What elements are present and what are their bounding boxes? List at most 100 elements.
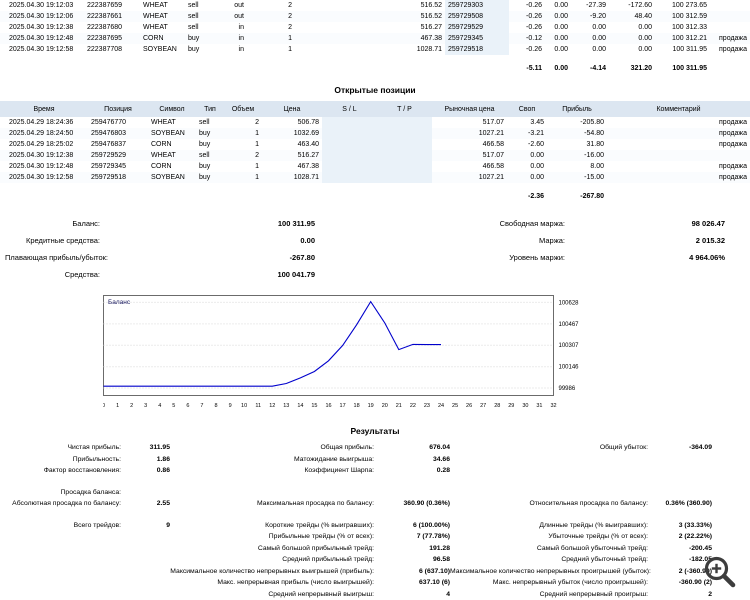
svg-text:100467: 100467 [559,322,580,328]
cell-profit: 31.80 [586,141,604,148]
results-row: Максимальное количество непрерывных выиг… [10,566,750,578]
cell-direction: in [238,24,244,31]
stat-label: Просадка баланса: [60,488,121,496]
open-positions-body: 2025.04.29 18:24:36 259476770 WHEAT sell 2 50… [0,117,750,183]
stat-pair: Всего трейдов: 9 [10,522,170,529]
cell-comment: продажа [719,141,747,148]
stat-value: 676.04 [429,444,450,452]
equity-label: Средства: [64,270,100,279]
cell-comment: продажа [719,163,747,170]
col-header-time: Время [0,101,88,117]
results-row: Всего трейдов: 9 Короткие трейды (% выигра… [10,520,750,532]
cell-time: 2025.04.30 19:12:48 [9,35,74,42]
table-row: 2025.04.30 19:12:03 222387659 WHEAT sell out… [0,0,750,11]
cell-comment [607,150,750,161]
stat-value: 96.58 [432,556,450,564]
cell-commission: -0.26 [526,24,542,31]
stat-label: Самый большой убыточный трейд: [536,544,648,552]
cell-swap: 0.00 [592,35,606,42]
cell-time: 2025.04.30 19:12:38 [9,24,74,31]
cell-profit: 48.40 [634,13,652,20]
cell-sl [322,128,377,139]
open-positions-totals-row: -2.36 -267.80 [0,183,750,202]
account-summary-left: Баланс: 100 311.95 Кредитные средства: 0… [5,215,315,283]
cell-time: 2025.04.30 19:12:48 [9,163,74,170]
stat-label: Убыточные трейды (% от всех): [548,533,648,541]
cell-fee: 0.00 [554,46,568,53]
stat-pair: Средний прибыльный трейд: 96.58 [170,556,450,563]
cell-deal: 222387695 [87,35,123,42]
stat-pair: Максимальное количество непрерывных прои… [450,568,712,575]
summary-row: Уровень маржи: 4 964.06% [315,249,725,266]
cell-type: buy [199,174,211,181]
cell-commission: -0.12 [526,35,542,42]
cell-volume: 2 [288,2,292,9]
summary-row: Свободная маржа: 98 026.47 [315,215,725,232]
results-title: Результаты [350,426,400,436]
col-header-swap: Своп [507,101,547,117]
cell-position: 259729345 [91,163,127,170]
margin-label: Маржа: [539,236,565,245]
cell-volume: 2 [255,119,259,126]
col-header-profit: Прибыль [547,101,607,117]
table-row: 2025.04.29 18:25:02 259476837 CORN buy 1 463.… [0,139,750,150]
cell-profit: -205.80 [580,119,604,126]
col-header-sl: S / L [322,101,377,117]
summary-row: Кредитные средства: 0.00 [5,232,315,249]
positions-total-swap: -2.36 [507,183,547,202]
cell-swap: 0.00 [530,163,544,170]
stat-pair: Самый большой убыточный трейд: -200.45 [450,545,712,552]
stat-label: Средний прибыльный трейд: [282,556,374,564]
cell-swap: 3.45 [530,119,544,126]
cell-tp [377,117,432,128]
results-row: Фактор восстановления: 0.86 Коэффициент Ша… [10,465,750,477]
cell-direction: out [234,2,244,9]
svg-text:25: 25 [452,403,458,409]
balance-chart-svg: 10062810046710030710014699986Баланс0 1 2 3 4… [102,295,580,409]
cell-volume: 1 [255,163,259,170]
cell-price: 516.27 [297,152,319,159]
stat-label: Прибыльность: [72,455,121,463]
cell-order: 259729508 [445,11,509,22]
summary-row: Баланс: 100 311.95 [5,215,315,232]
svg-text:2: 2 [130,403,133,409]
summary-row: Средства: 100 041.79 [5,266,315,283]
cell-volume: 1 [255,141,259,148]
stat-label: Общая прибыль: [320,444,374,452]
balance-value: 100 311.95 [277,219,315,228]
svg-text:100307: 100307 [559,343,580,349]
stat-pair: Максимальная просадка по балансу: 360.90 … [170,500,450,507]
total-profit: 321.20 [609,55,655,74]
cell-swap: -2.60 [528,141,544,148]
cell-fee: 0.00 [554,13,568,20]
cell-deal: 222387659 [87,2,123,9]
cell-comment [710,11,750,22]
stat-label: Максимальная просадка по балансу: [256,500,374,508]
stat-pair: Самый большой прибыльный трейд: 191.28 [170,545,450,552]
stat-label: Средний непрерывный выигрыш: [268,590,374,598]
total-balance: 100 311.95 [655,55,710,74]
svg-text:28: 28 [494,403,500,409]
cell-market_price: 1027.21 [478,130,504,137]
cell-price: 516.52 [420,2,442,9]
svg-text:5: 5 [172,403,175,409]
cell-time: 2025.04.29 18:24:36 [9,119,74,126]
svg-text:29: 29 [508,403,514,409]
cell-market_price: 517.07 [482,119,504,126]
margin-level-label: Уровень маржи: [509,253,565,262]
credit-value: 0.00 [300,236,315,245]
stat-value: 6 (637.10) [419,567,450,575]
stat-pair: Средний непрерывный выигрыш: 4 [170,591,450,598]
stat-pair: Средний убыточный трейд: -182.05 [450,556,712,563]
cell-sl [322,150,377,161]
cell-price: 463.40 [297,141,319,148]
cell-balance: 100 312.21 [671,35,707,42]
cell-type: sell [199,152,210,159]
cell-price: 516.27 [420,24,442,31]
zoom-in-button[interactable] [702,554,738,590]
free-margin-label: Свободная маржа: [499,219,565,228]
stat-pair: Чистая прибыль: 311.95 [10,444,170,451]
table-row: 2025.04.30 19:12:58 259729518 SOYBEAN buy 1 1… [0,172,750,183]
account-summary-right: Свободная маржа: 98 026.47 Маржа: 2 015.… [315,215,725,283]
